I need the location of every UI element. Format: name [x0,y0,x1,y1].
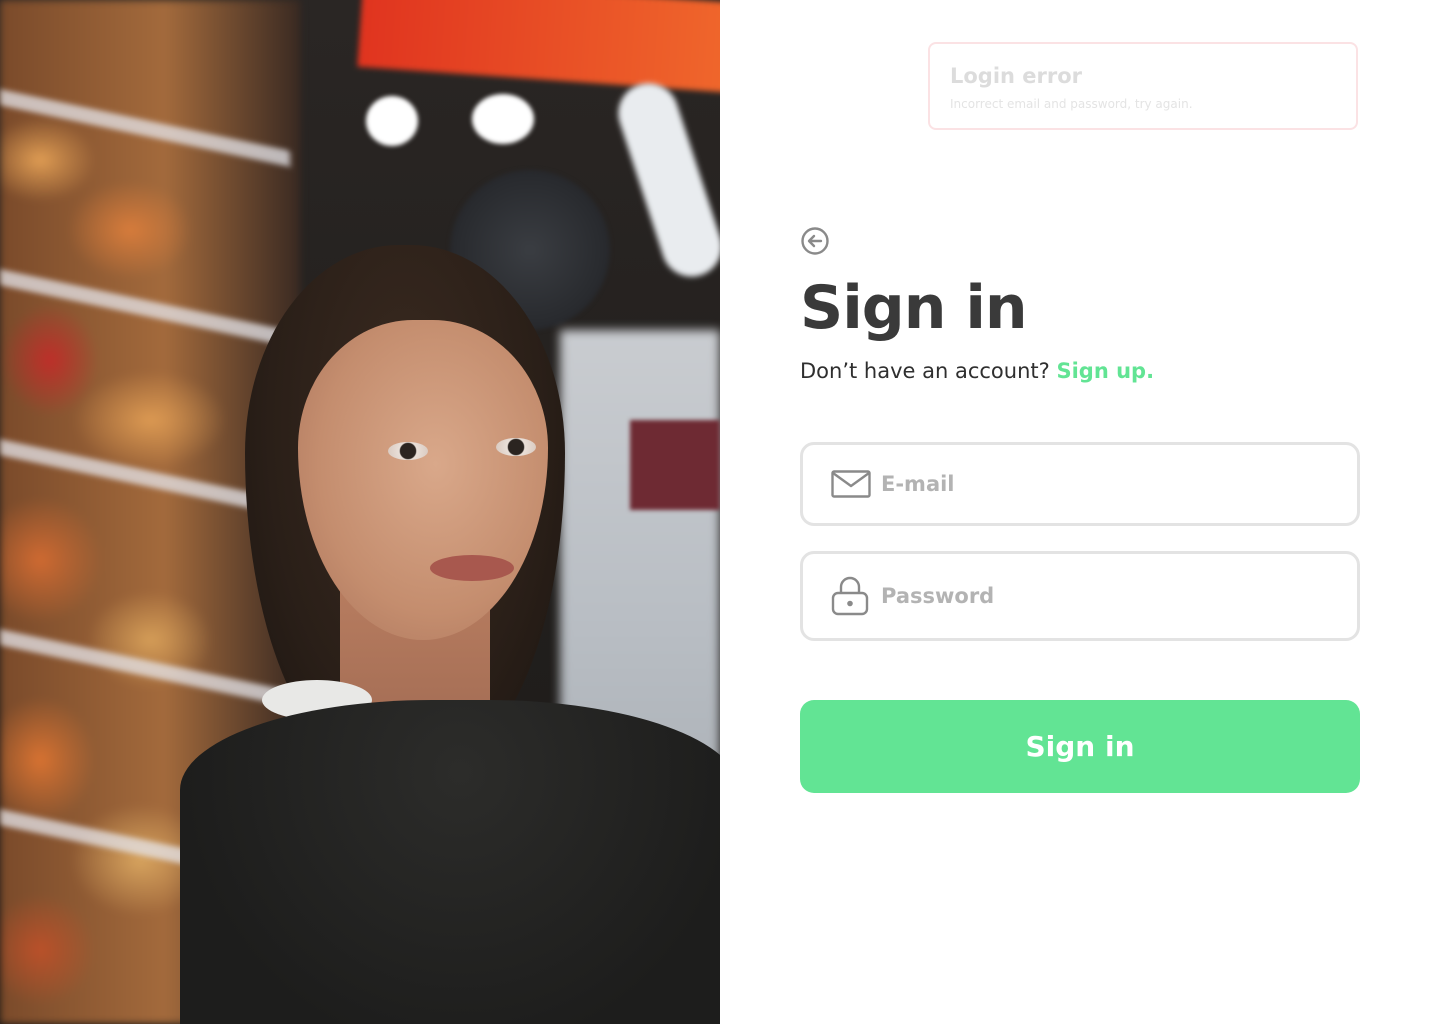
photo-light-strip [610,75,720,285]
error-toast-message: Incorrect email and password, try again. [950,97,1193,111]
signup-prompt: Don’t have an account? Sign up. [800,356,1154,386]
sign-in-panel: Login error Incorrect email and password… [720,0,1440,1024]
error-toast-title: Login error [950,64,1083,88]
back-button[interactable] [800,226,830,256]
photo-ceiling-light [472,94,534,144]
arrow-left-circle-icon [801,227,829,255]
sign-in-page: Login error Incorrect email and password… [0,0,1440,1024]
photo-woman-lips [430,555,514,581]
signup-prompt-text: Don’t have an account? [800,359,1050,383]
photo-woman-eye [496,438,536,456]
sign-up-link[interactable]: Sign up. [1056,359,1154,383]
photo-background-sign [630,420,720,510]
page-title: Sign in [800,273,1028,343]
password-field[interactable] [800,551,1360,641]
photo-woman-shirt [180,700,720,1024]
photo-ceiling-light [366,96,418,146]
lock-icon [831,575,873,617]
login-error-toast: Login error Incorrect email and password… [928,42,1358,130]
envelope-icon [831,463,873,505]
hero-photo [0,0,720,1024]
email-field[interactable] [800,442,1360,526]
password-input[interactable] [881,576,1357,616]
photo-woman-eye [388,442,428,460]
email-input[interactable] [881,464,1357,504]
photo-red-banner [357,0,720,94]
sign-in-button[interactable]: Sign in [800,700,1360,793]
